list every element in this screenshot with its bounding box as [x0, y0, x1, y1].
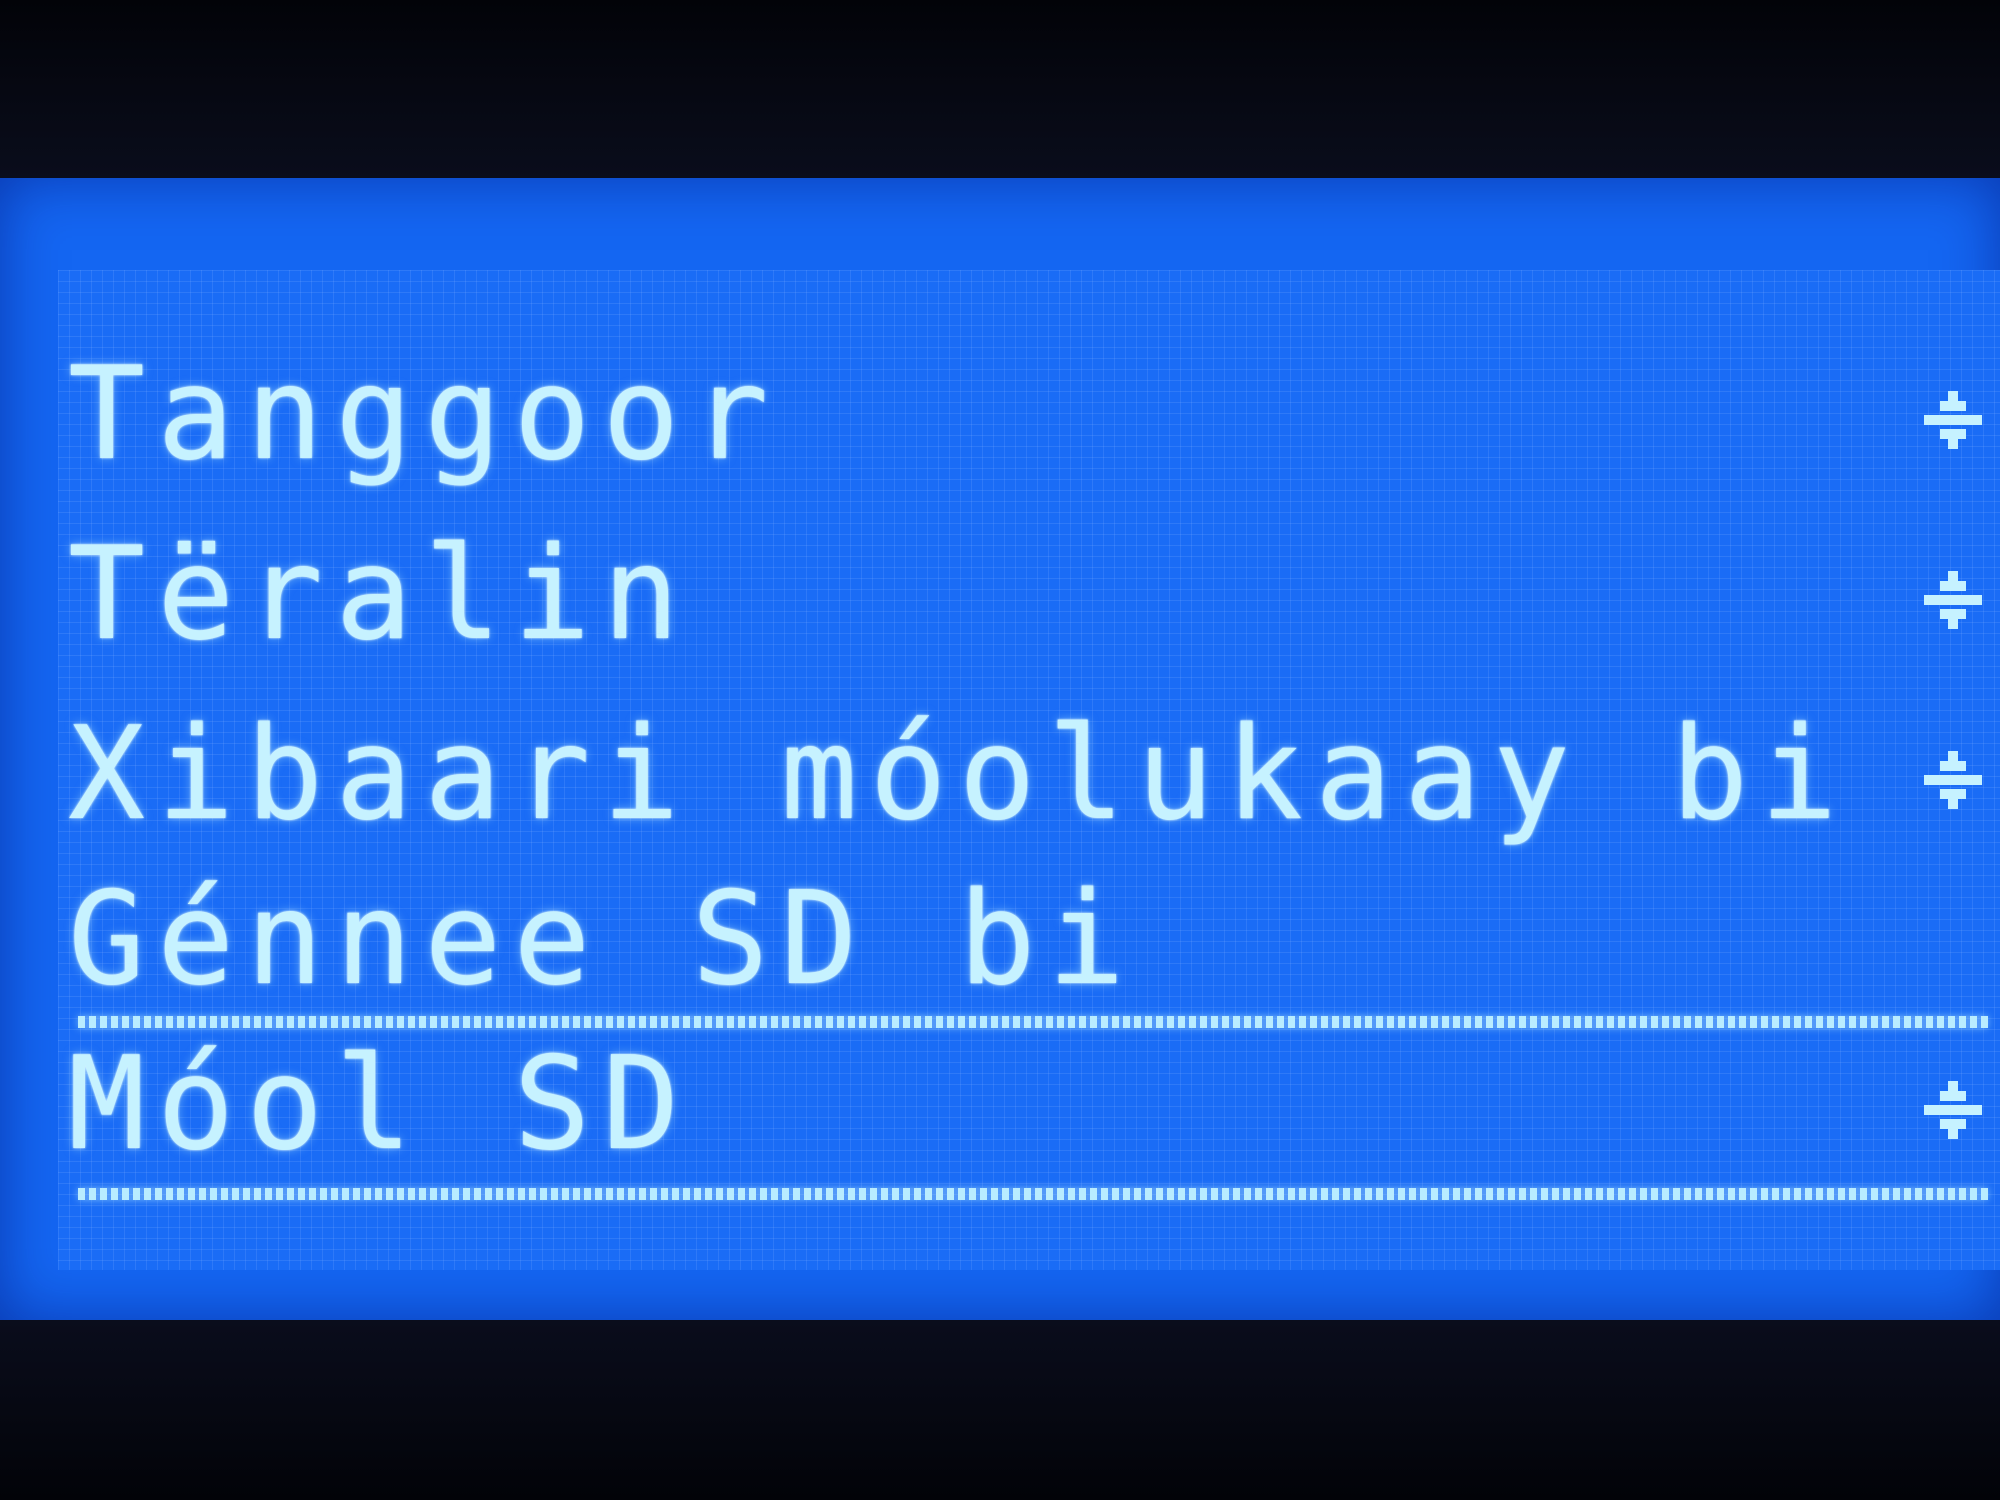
submenu-arrow-icon: [1924, 391, 1982, 449]
menu-item-label: Génnee SD bi: [68, 865, 1137, 1014]
selection-divider-bottom: [78, 1188, 1988, 1200]
selection-divider-top: [78, 1016, 1988, 1028]
menu-item-gennee-sd[interactable]: Génnee SD bi: [68, 865, 1988, 1015]
lcd-menu: Tanggoor Tëralin Xibaari móolukaay bi Gé…: [58, 270, 2000, 1270]
menu-item-label: Móol SD: [68, 1030, 692, 1179]
menu-item-teralin[interactable]: Tëralin: [68, 520, 1988, 670]
submenu-arrow-icon: [1924, 1081, 1982, 1139]
submenu-arrow-icon: [1924, 571, 1982, 629]
device-bezel-bottom: [0, 1320, 2000, 1500]
menu-item-label: Tëralin: [68, 520, 692, 669]
lcd-screen: Tanggoor Tëralin Xibaari móolukaay bi Gé…: [0, 178, 2000, 1320]
menu-item-tanggoor[interactable]: Tanggoor: [68, 340, 1988, 490]
menu-item-mool-sd[interactable]: Móol SD: [68, 1030, 1988, 1180]
device-bezel-top: [0, 0, 2000, 180]
menu-item-label: Tanggoor: [68, 340, 781, 489]
submenu-arrow-icon: [1924, 751, 1982, 809]
menu-item-label: Xibaari móolukaay bi: [68, 700, 1850, 849]
menu-item-xibaari-moolukaay[interactable]: Xibaari móolukaay bi: [68, 700, 1988, 850]
